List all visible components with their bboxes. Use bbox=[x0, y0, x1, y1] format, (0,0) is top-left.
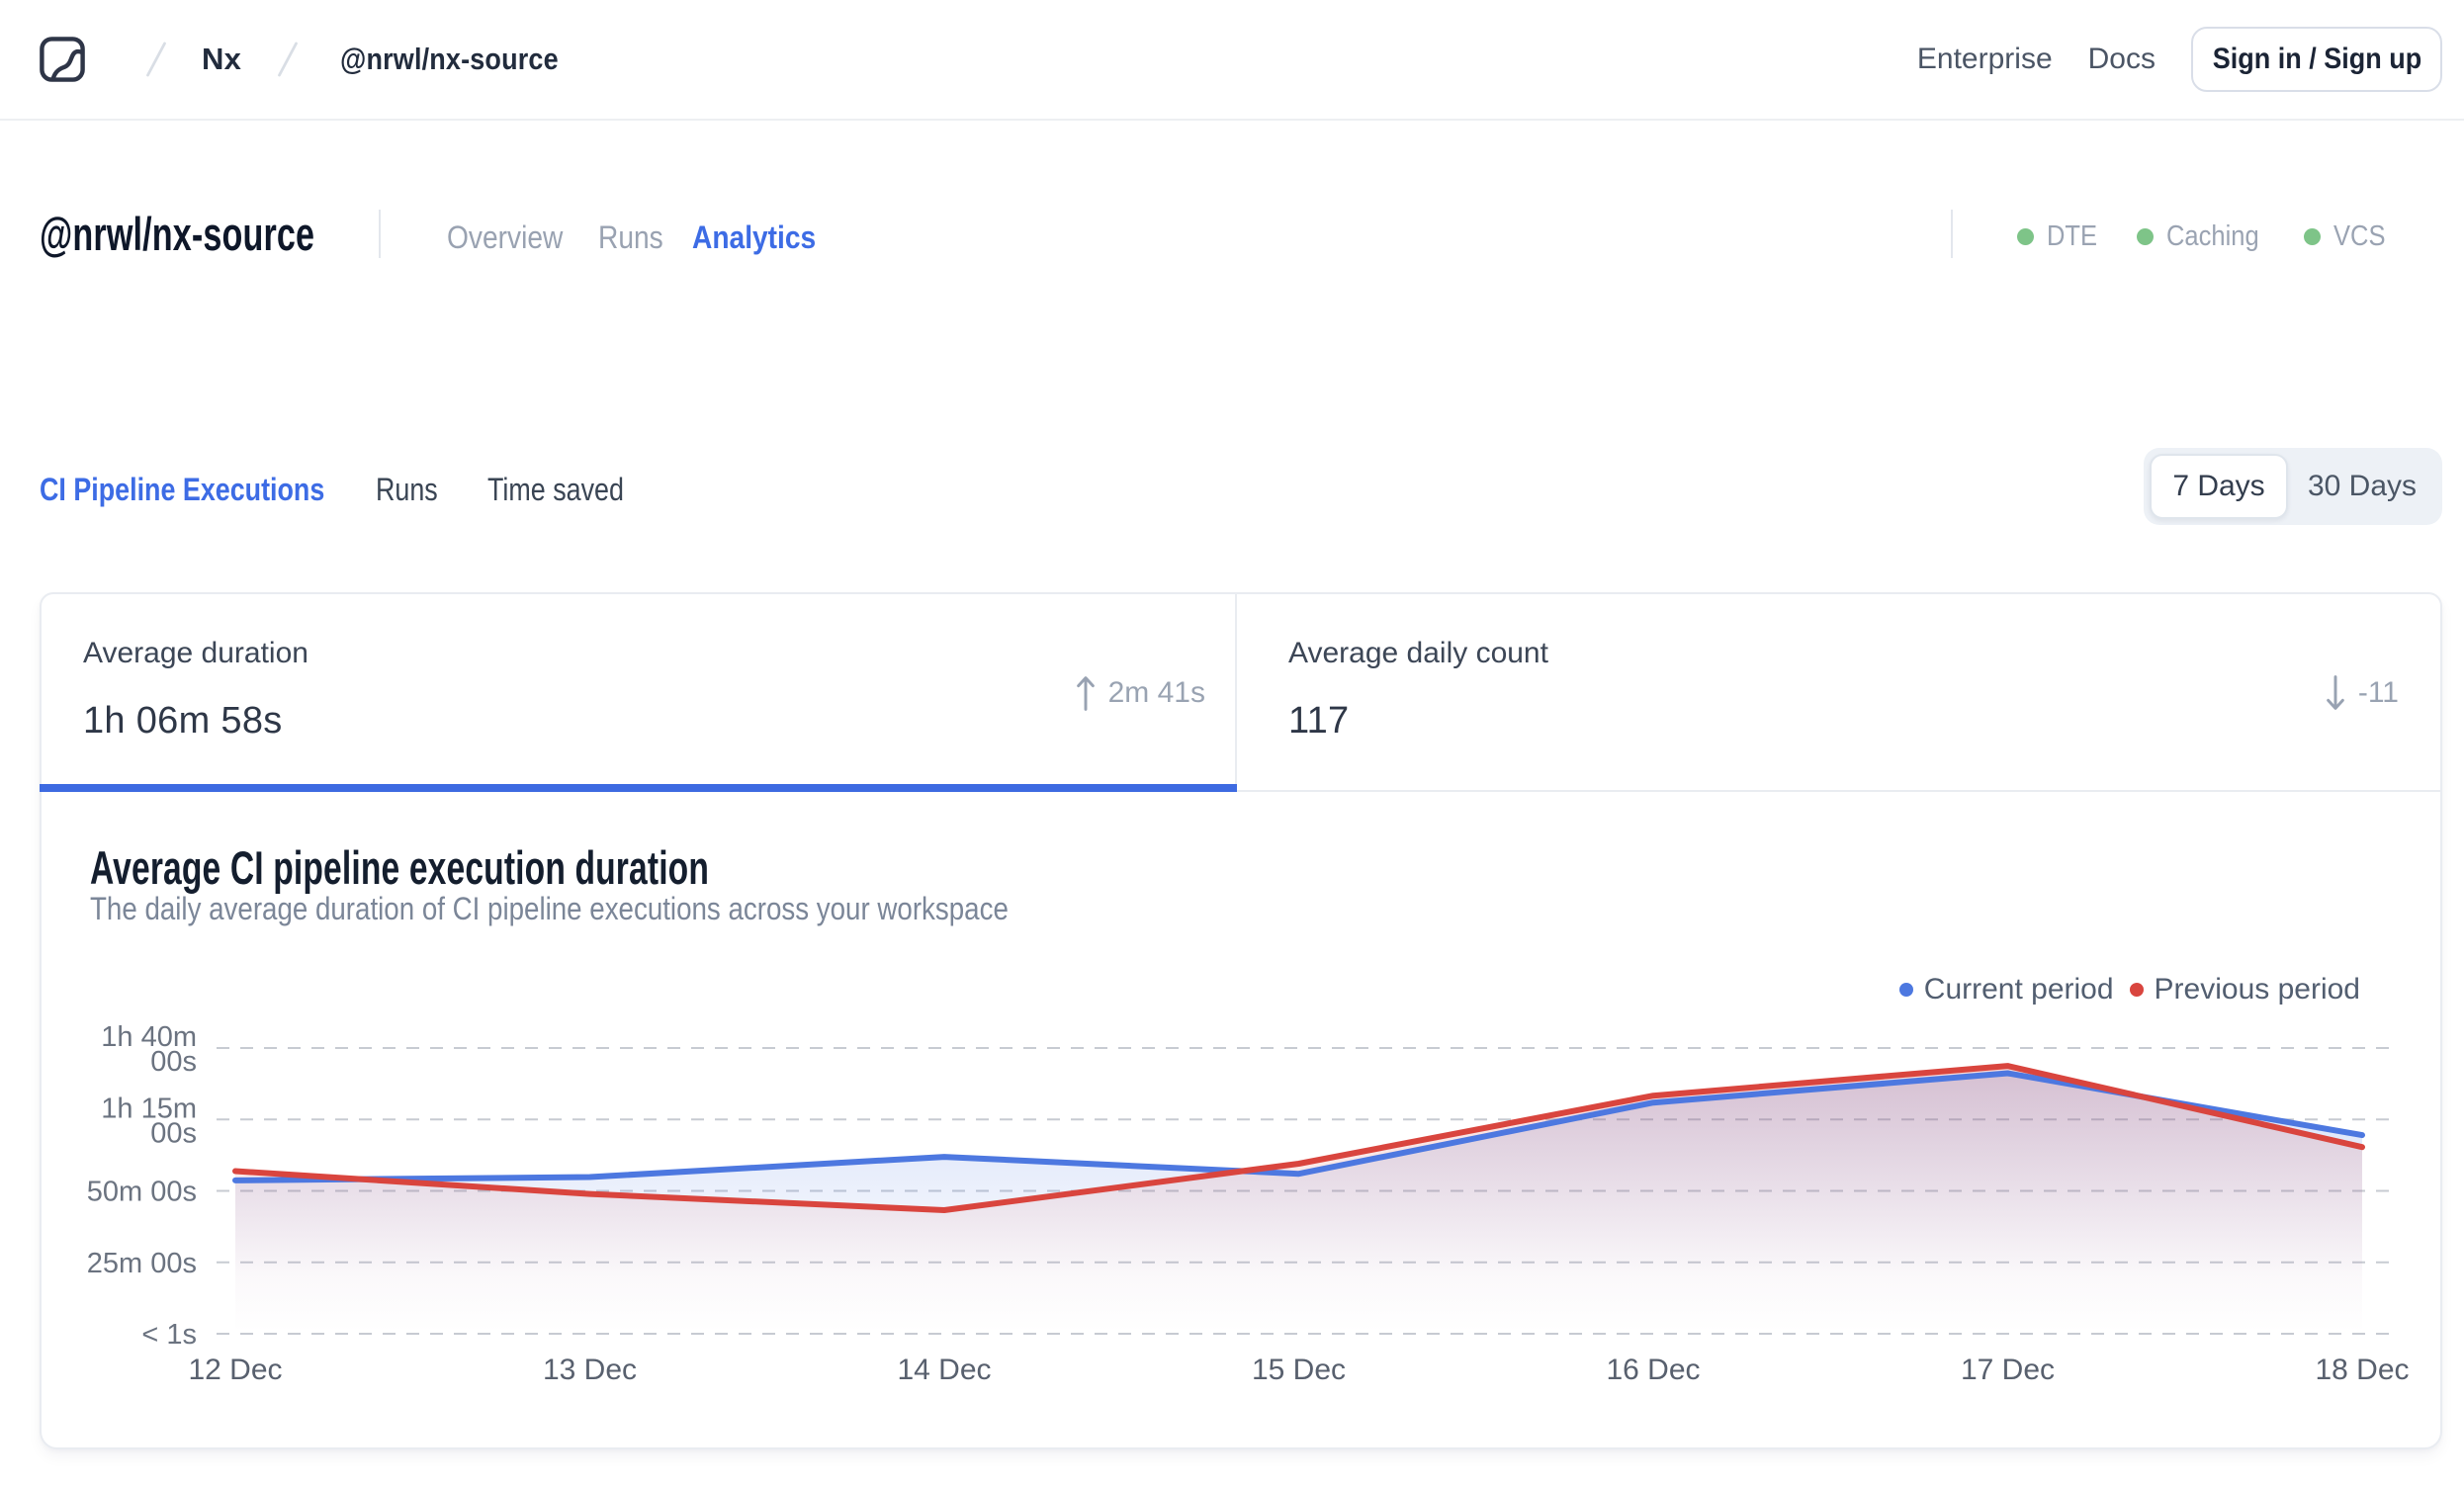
arrow-up-icon bbox=[1076, 676, 1095, 711]
date-range-toggle: 7 Days 30 Days bbox=[2144, 448, 2442, 525]
status-divider bbox=[1951, 210, 1953, 258]
svg-text:15 Dec: 15 Dec bbox=[1252, 1354, 1346, 1386]
svg-text:13 Dec: 13 Dec bbox=[543, 1354, 637, 1386]
status-dot-green-icon bbox=[2137, 227, 2154, 245]
status-dot-green-icon bbox=[2304, 227, 2321, 245]
svg-text:1h 15m00s: 1h 15m 00s bbox=[101, 1093, 197, 1149]
analytics-panel: Average duration 1h 06m 58s 2m 41s Avera… bbox=[40, 592, 2442, 1449]
duration-area-chart[interactable]: 1h 40m 00s 1h 15m 00s 50m 00s 25m 00s < 1s12 D… bbox=[42, 792, 2440, 1447]
breadcrumb-separator-icon bbox=[146, 42, 166, 77]
range-option-30-days[interactable]: 30 Days bbox=[2288, 470, 2436, 503]
tab-analytics-runs[interactable]: Runs bbox=[376, 472, 438, 508]
svg-text:< 1s: < 1s bbox=[141, 1319, 197, 1351]
stat-card-average-daily-count[interactable]: Average daily count 117 -11 bbox=[1237, 594, 2440, 790]
nx-cloud-logo-icon[interactable] bbox=[40, 37, 85, 82]
breadcrumb-org[interactable]: Nx bbox=[202, 42, 241, 77]
svg-text:50m 00s: 50m 00s bbox=[87, 1177, 197, 1208]
trend-value: 2m 41s bbox=[1107, 676, 1205, 709]
docs-link[interactable]: Docs bbox=[2088, 43, 2156, 76]
stat-cards-row: Average duration 1h 06m 58s 2m 41s Avera… bbox=[40, 594, 2440, 792]
tab-time-saved[interactable]: Time saved bbox=[487, 472, 624, 508]
title-divider bbox=[379, 210, 381, 258]
breadcrumb-separator-icon bbox=[278, 42, 298, 77]
stat-label: Average duration bbox=[83, 637, 308, 669]
status-item-vcs: VCS bbox=[2304, 219, 2393, 253]
tab-ci-pipeline-executions[interactable]: CI Pipeline Executions bbox=[40, 472, 324, 508]
stat-value: 117 bbox=[1288, 700, 1350, 742]
status-item-caching: Caching bbox=[2137, 219, 2271, 253]
chart-card: Average CI pipeline execution duration T… bbox=[42, 792, 2440, 1447]
tab-analytics[interactable]: Analytics bbox=[692, 219, 816, 256]
tab-runs[interactable]: Runs bbox=[598, 219, 663, 256]
svg-text:14 Dec: 14 Dec bbox=[897, 1354, 991, 1386]
stat-trend: 2m 41s bbox=[1076, 656, 1205, 731]
enterprise-link[interactable]: Enterprise bbox=[1917, 43, 2053, 76]
status-label-caching: Caching bbox=[2166, 219, 2259, 252]
topbar-right-group: Enterprise Docs Sign in / Sign up bbox=[1917, 27, 2442, 92]
top-navigation-bar: Nx @nrwl/nx-source Enterprise Docs Sign … bbox=[0, 0, 2464, 121]
sign-in-button[interactable]: Sign in / Sign up bbox=[2191, 27, 2442, 92]
svg-text:25m 00s: 25m 00s bbox=[87, 1248, 197, 1279]
stat-label: Average daily count bbox=[1288, 637, 1548, 669]
tab-overview[interactable]: Overview bbox=[447, 219, 563, 256]
status-label-vcs: VCS bbox=[2333, 219, 2386, 252]
svg-text:1h 40m00s: 1h 40m 00s bbox=[101, 1021, 197, 1078]
sign-in-label: Sign in / Sign up bbox=[2212, 43, 2421, 75]
workspace-title: @nrwl/nx-source bbox=[40, 208, 315, 260]
status-label-dte: DTE bbox=[2047, 219, 2098, 252]
arrow-down-icon bbox=[2327, 675, 2344, 710]
stat-trend: -11 bbox=[2326, 656, 2399, 731]
stat-card-average-duration[interactable]: Average duration 1h 06m 58s 2m 41s bbox=[40, 594, 1237, 792]
svg-text:16 Dec: 16 Dec bbox=[1606, 1354, 1700, 1386]
status-dot-green-icon bbox=[2017, 227, 2034, 245]
nx-cloud-analytics-page: Nx @nrwl/nx-source Enterprise Docs Sign … bbox=[0, 0, 2464, 1487]
status-item-dte: DTE bbox=[2017, 219, 2104, 253]
svg-text:17 Dec: 17 Dec bbox=[1961, 1354, 2055, 1386]
svg-text:18 Dec: 18 Dec bbox=[2315, 1354, 2409, 1386]
stat-value: 1h 06m 58s bbox=[83, 700, 283, 742]
breadcrumb-workspace[interactable]: @nrwl/nx-source bbox=[340, 42, 559, 77]
trend-value: -11 bbox=[2357, 676, 2399, 709]
range-option-7-days[interactable]: 7 Days bbox=[2150, 454, 2288, 519]
svg-text:12 Dec: 12 Dec bbox=[188, 1354, 282, 1386]
